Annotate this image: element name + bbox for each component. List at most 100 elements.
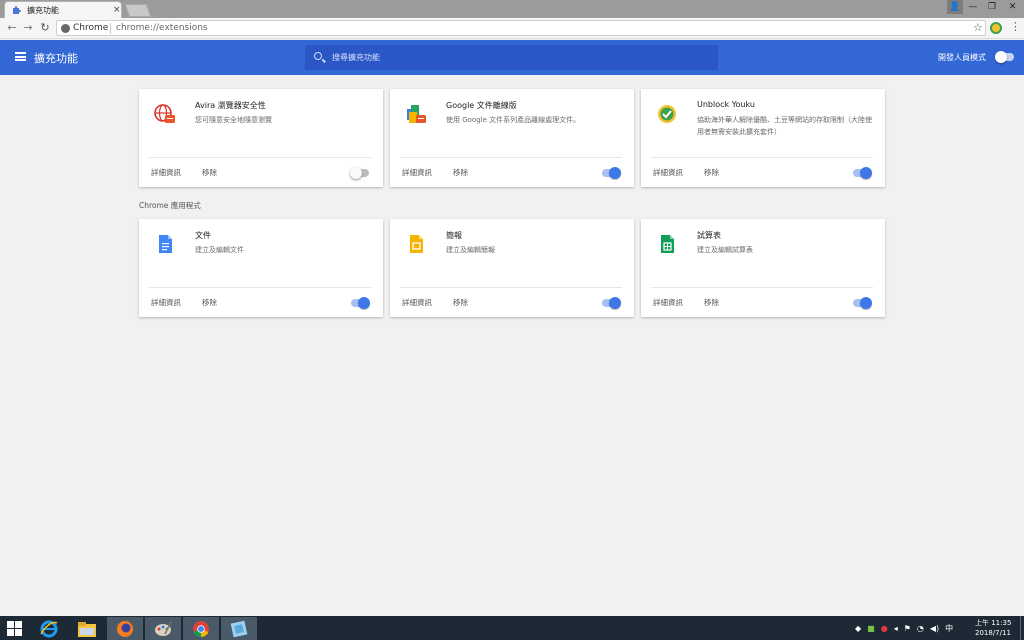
search-input[interactable] (332, 45, 712, 70)
devmode-toggle[interactable] (995, 51, 1014, 63)
card-divider (400, 157, 622, 158)
search-icon (314, 52, 322, 60)
card-divider (149, 287, 371, 288)
wifi-icon[interactable]: ◔ (917, 624, 924, 633)
reload-button[interactable]: ↻ (38, 21, 52, 35)
back-button[interactable]: ← (5, 21, 19, 35)
address-separator (110, 23, 111, 34)
volume-icon[interactable]: ◀) (930, 624, 939, 633)
chrome-icon[interactable] (183, 617, 219, 640)
toggle-knob (860, 297, 872, 309)
extensions-header: 擴充功能 開發人員模式 (0, 40, 1024, 75)
taskbar-clock[interactable]: 上午 11:35 2018/7/11 (975, 618, 1011, 638)
close-window-button[interactable]: ✕ (1001, 0, 1024, 14)
extension-card-docs-offline: Google 文件離線版 使用 Google 文件系列產品離線處理文件。 詳細資… (390, 89, 634, 187)
clock-date: 2018/7/11 (975, 629, 1011, 637)
tab-title: 擴充功能 (27, 6, 59, 15)
page-title: 擴充功能 (34, 52, 78, 65)
enable-toggle[interactable] (853, 297, 872, 309)
details-button[interactable]: 詳細資訊 (151, 297, 181, 308)
devmode-label: 開發人員模式 (938, 53, 986, 62)
chrome-menu-icon[interactable]: ⋮ (1010, 20, 1021, 33)
details-button[interactable]: 詳細資訊 (653, 297, 683, 308)
unblock-youku-icon (658, 105, 676, 123)
card-divider (149, 157, 371, 158)
apps-section-title: Chrome 應用程式 (139, 201, 201, 210)
enable-toggle[interactable] (351, 297, 370, 309)
toggle-knob (995, 51, 1007, 63)
toggle-knob (609, 167, 621, 179)
enable-toggle[interactable] (853, 167, 872, 179)
show-desktop-button[interactable] (1020, 616, 1024, 640)
input-language[interactable]: 中 (945, 623, 953, 634)
docs-icon (159, 235, 172, 253)
user-icon[interactable]: 👤 (947, 0, 963, 14)
search-box[interactable] (305, 45, 718, 70)
extension-description: 使用 Google 文件系列產品離線處理文件。 (446, 116, 581, 124)
address-bar[interactable]: Chrome chrome://extensions ☆ (56, 20, 986, 36)
toggle-knob (350, 167, 362, 179)
card-divider (651, 157, 873, 158)
ie-icon[interactable] (31, 617, 67, 640)
app-card-slides: 簡報 建立及編輯簡報 詳細資訊 移除 (390, 219, 634, 317)
app-name: 文件 (195, 231, 211, 240)
firefox-icon[interactable] (107, 617, 143, 640)
details-button[interactable]: 詳細資訊 (151, 167, 181, 178)
new-tab-button[interactable] (124, 4, 152, 17)
app-card-docs: 文件 建立及編輯文件 詳細資訊 移除 (139, 219, 383, 317)
flag-icon[interactable]: ⚑ (904, 624, 911, 633)
nvidia-icon[interactable]: ■ (867, 624, 875, 633)
start-icon[interactable] (7, 621, 22, 636)
extension-name: Avira 瀏覽器安全性 (195, 101, 266, 110)
address-chip: Chrome (73, 23, 109, 33)
extension-card-avira: Avira 瀏覽器安全性 您可隨意安全地隨意瀏覽 詳細資訊 移除 (139, 89, 383, 187)
address-url[interactable]: chrome://extensions (116, 23, 208, 33)
enable-toggle[interactable] (602, 167, 621, 179)
sheets-icon (661, 235, 674, 253)
details-button[interactable]: 詳細資訊 (653, 167, 683, 178)
app-name: 簡報 (446, 231, 462, 240)
enable-toggle[interactable] (602, 297, 621, 309)
app-name: 試算表 (697, 231, 721, 240)
extension-name: Google 文件離線版 (446, 101, 517, 110)
card-divider (651, 287, 873, 288)
maximize-button[interactable]: ❐ (983, 0, 1001, 14)
tab-extensions[interactable]: 擴充功能 × (4, 1, 122, 18)
details-button[interactable]: 詳細資訊 (402, 297, 432, 308)
extension-toolbar-icon[interactable] (990, 22, 1002, 34)
extension-name: Unblock Youku (697, 100, 755, 109)
minimize-button[interactable]: — (963, 0, 983, 14)
enable-toggle[interactable] (350, 167, 369, 179)
extension-description: 您可隨意安全地隨意瀏覽 (195, 116, 272, 124)
bookmark-star-icon[interactable]: ☆ (973, 21, 983, 34)
puzzle-icon (13, 6, 21, 14)
app-card-sheets: 試算表 建立及編輯試算表 詳細資訊 移除 (641, 219, 885, 317)
app-description: 建立及編輯文件 (195, 246, 244, 254)
menu-icon[interactable] (15, 52, 26, 61)
avira-tray-icon[interactable]: ● (881, 624, 888, 633)
remove-button[interactable]: 移除 (453, 297, 468, 308)
remove-button[interactable]: 移除 (704, 297, 719, 308)
google-docs-offline-icon (407, 105, 426, 123)
app-description: 建立及編輯簡報 (446, 246, 495, 254)
paint-icon[interactable] (145, 617, 181, 640)
avira-globe-icon (154, 104, 175, 123)
remove-button[interactable]: 移除 (453, 167, 468, 178)
file-explorer-icon[interactable] (69, 617, 105, 640)
remove-button[interactable]: 移除 (202, 167, 217, 178)
details-button[interactable]: 詳細資訊 (402, 167, 432, 178)
windows-taskbar: ◆ ■ ● ◂ ⚑ ◔ ◀) 中 上午 11:35 2018/7/11 (0, 616, 1024, 640)
remove-button[interactable]: 移除 (704, 167, 719, 178)
remove-button[interactable]: 移除 (202, 297, 217, 308)
extension-card-unblock-youku: Unblock Youku 協助海外華人解除優酷、土豆等網站的存取限制（大陸使用… (641, 89, 885, 187)
network-icon[interactable]: ◆ (855, 624, 861, 633)
close-tab-icon[interactable]: × (113, 4, 121, 16)
slides-icon (410, 235, 423, 253)
app-icon[interactable] (221, 617, 257, 640)
expand-tray-icon[interactable]: ◂ (894, 624, 898, 633)
card-divider (400, 287, 622, 288)
toggle-knob (358, 297, 370, 309)
forward-button[interactable]: → (21, 21, 35, 35)
system-tray: ◆ ■ ● ◂ ⚑ ◔ ◀) 中 (855, 616, 953, 640)
tab-strip: 擴充功能 × 👤 — ❐ ✕ (0, 0, 1024, 18)
